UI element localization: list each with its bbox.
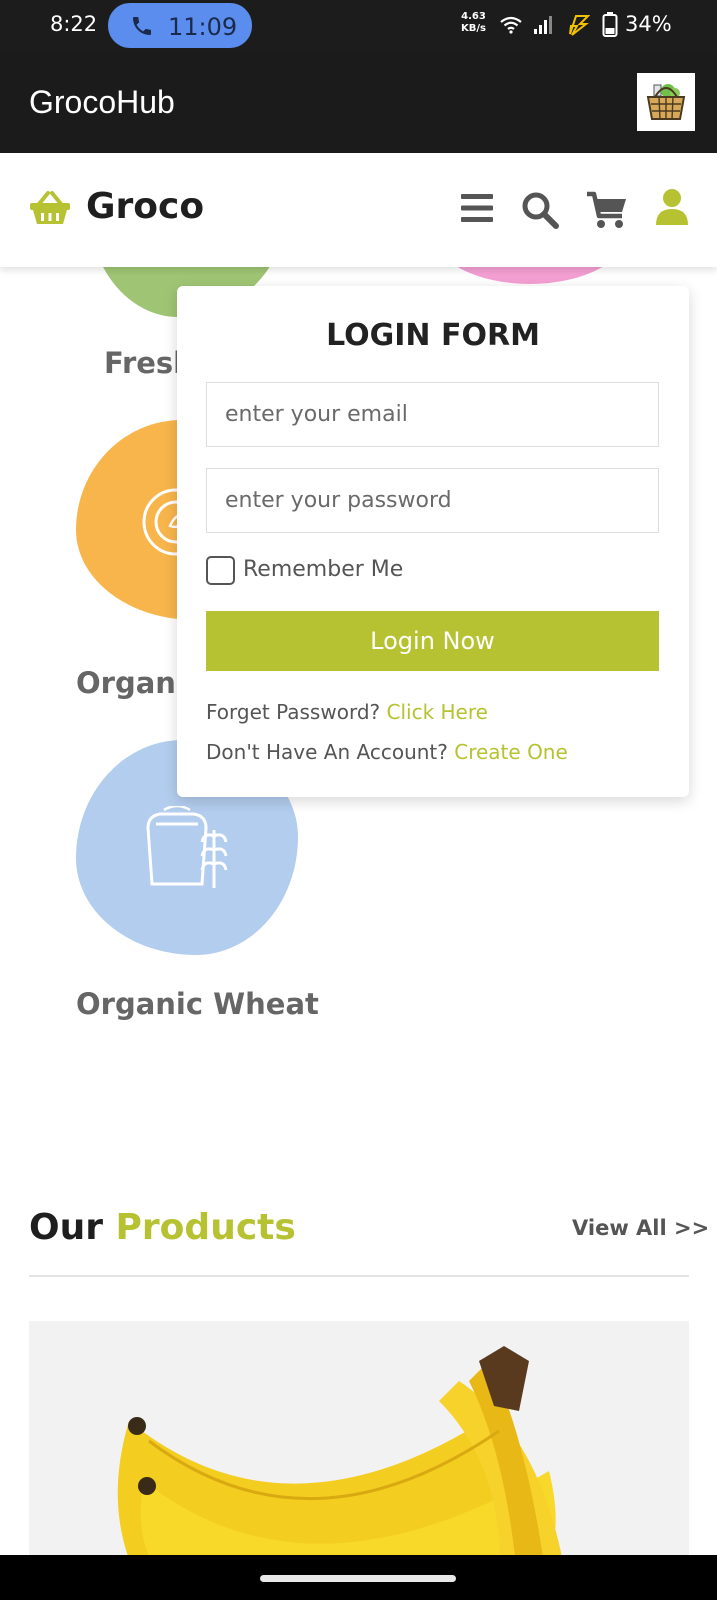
phone-icon: [133, 17, 151, 35]
network-speed: 4.63 KB/s: [461, 11, 486, 34]
system-nav-bar: [0, 1555, 717, 1600]
status-bar: 8:22 11:09 4.63 KB/s 34%: [0, 0, 717, 50]
category-label-wheat[interactable]: Organic Wheat: [76, 987, 319, 1021]
remember-me-checkbox[interactable]: [206, 556, 235, 585]
charging-bolt-icon: [569, 15, 590, 36]
battery-percent: 34%: [625, 12, 672, 36]
login-form: LOGIN FORM Remember Me Login Now Forget …: [177, 286, 689, 797]
site-header: Groco: [0, 153, 717, 267]
basket-icon[interactable]: [29, 190, 71, 226]
login-button[interactable]: Login Now: [206, 611, 659, 671]
ongoing-call-pill[interactable]: 11:09: [108, 3, 252, 48]
products-section-title: Our Products: [29, 1207, 296, 1248]
wifi-icon: [500, 16, 522, 34]
email-field[interactable]: [206, 382, 659, 447]
app-title: GrocoHub: [29, 84, 175, 120]
status-time: 8:22: [50, 12, 98, 36]
search-icon[interactable]: [521, 191, 559, 229]
login-form-title: LOGIN FORM: [326, 318, 540, 353]
create-account-link[interactable]: Create One: [454, 740, 568, 764]
battery-icon: [602, 12, 618, 37]
forgot-password-row: Forget Password? Click Here: [206, 700, 488, 724]
user-icon[interactable]: [655, 188, 689, 226]
signal-icon: [534, 16, 552, 34]
cart-icon[interactable]: [586, 191, 628, 229]
forgot-password-link[interactable]: Click Here: [387, 700, 488, 724]
wheat-sack-icon: [146, 806, 228, 888]
products-title-accent: Products: [115, 1207, 296, 1248]
create-account-row: Don't Have An Account? Create One: [206, 740, 568, 764]
remember-me-label[interactable]: Remember Me: [243, 557, 403, 582]
view-all-link[interactable]: View All >>: [572, 1216, 709, 1240]
call-duration: 11:09: [168, 13, 238, 41]
products-title-plain: Our: [29, 1207, 103, 1248]
no-account-text: Don't Have An Account?: [206, 740, 448, 764]
menu-icon[interactable]: [460, 191, 494, 225]
app-bar: GrocoHub: [0, 50, 717, 153]
products-divider: [29, 1275, 689, 1277]
grocery-basket-logo[interactable]: [637, 73, 695, 131]
home-gesture-handle[interactable]: [260, 1575, 456, 1582]
brand-name[interactable]: Groco: [86, 186, 204, 227]
forgot-password-text: Forget Password?: [206, 700, 381, 724]
password-field[interactable]: [206, 468, 659, 533]
category-label-organic[interactable]: Organi: [76, 666, 186, 700]
